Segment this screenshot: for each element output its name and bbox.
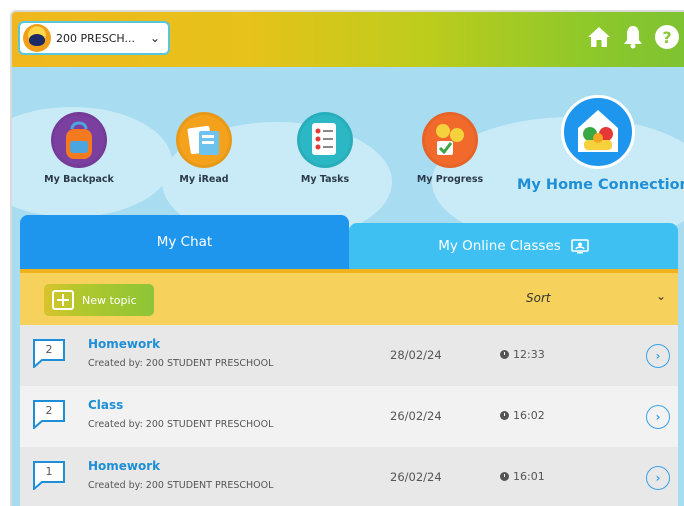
- app-frame: 200 PRESCH... ⌄ ? My Backpack My iRead M…: [10, 10, 684, 506]
- navigation-area: My Backpack My iRead My Tasks My Progres…: [12, 67, 684, 227]
- top-icons: ?: [586, 24, 680, 50]
- school-selector[interactable]: 200 PRESCH... ⌄: [18, 21, 170, 55]
- topic-creator: Created by: 200 STUDENT PRESCHOOL: [88, 419, 274, 430]
- topic-row[interactable]: 2 Class Created by: 200 STUDENT PRESCHOO…: [20, 386, 678, 447]
- new-topic-button[interactable]: New topic: [44, 284, 154, 316]
- home-icon[interactable]: [586, 24, 612, 50]
- chevron-down-icon[interactable]: ⌄: [656, 289, 666, 303]
- clock-icon: [500, 472, 509, 481]
- topic-creator: Created by: 200 STUDENT PRESCHOOL: [88, 358, 274, 369]
- sort-dropdown[interactable]: Sort: [526, 291, 551, 305]
- nav-label: My Progress: [416, 174, 484, 185]
- time-value: 12:33: [513, 348, 545, 361]
- topic-row[interactable]: 1 Homework Created by: 200 STUDENT PRESC…: [20, 447, 678, 506]
- clock-icon: [500, 350, 509, 359]
- topic-creator: Created by: 200 STUDENT PRESCHOOL: [88, 480, 274, 491]
- nav-label: My Tasks: [300, 174, 350, 185]
- chevron-down-icon: ⌄: [149, 31, 160, 45]
- topic-title: Class: [88, 398, 124, 412]
- time-value: 16:01: [513, 470, 545, 483]
- help-icon[interactable]: ?: [654, 24, 680, 50]
- message-count: 1: [45, 465, 53, 478]
- nav-my-iread[interactable]: My iRead: [164, 112, 244, 185]
- topic-date: 26/02/24: [390, 409, 442, 423]
- new-topic-label: New topic: [82, 293, 137, 307]
- astronaut-avatar-icon: [23, 24, 51, 52]
- topic-time: 16:02: [500, 409, 545, 422]
- nav-my-tasks[interactable]: My Tasks: [285, 112, 365, 185]
- chevron-right-icon[interactable]: ›: [646, 466, 670, 490]
- chevron-right-icon[interactable]: ›: [646, 344, 670, 368]
- reader-icon: [176, 112, 232, 168]
- tasks-icon: [297, 112, 353, 168]
- clock-icon: [500, 411, 509, 420]
- topic-date: 28/02/24: [390, 348, 442, 362]
- message-count: 2: [45, 404, 53, 417]
- topic-time: 16:01: [500, 470, 545, 483]
- nav-my-home-connection[interactable]: My Home Connection: [517, 95, 684, 193]
- topic-title: Homework: [88, 459, 161, 473]
- nav-my-backpack[interactable]: My Backpack: [39, 112, 119, 185]
- nav-my-progress[interactable]: My Progress: [410, 112, 490, 185]
- home-connection-icon: [561, 95, 635, 169]
- top-bar: 200 PRESCH... ⌄ ?: [12, 12, 684, 67]
- topic-time: 12:33: [500, 348, 545, 361]
- chevron-right-icon[interactable]: ›: [646, 405, 670, 429]
- backpack-icon: [51, 112, 107, 168]
- nav-label: My Home Connection: [517, 177, 684, 193]
- online-class-icon: [571, 238, 589, 254]
- nav-label: My iRead: [179, 174, 229, 185]
- tab-label: My Online Classes: [438, 238, 561, 254]
- time-value: 16:02: [513, 409, 545, 422]
- topic-row[interactable]: 2 Homework Created by: 200 STUDENT PRESC…: [20, 325, 678, 386]
- message-count: 2: [45, 343, 53, 356]
- svg-text:?: ?: [662, 28, 671, 47]
- tab-my-chat[interactable]: My Chat: [20, 215, 349, 269]
- tab-my-online-classes[interactable]: My Online Classes: [349, 223, 678, 269]
- progress-icon: [422, 112, 478, 168]
- tab-label: My Chat: [156, 234, 213, 250]
- topic-title: Homework: [88, 337, 161, 351]
- plus-icon: [52, 290, 74, 310]
- topic-date: 26/02/24: [390, 470, 442, 484]
- nav-label: My Backpack: [44, 174, 114, 185]
- chat-toolbar: New topic Sort ⌄: [20, 269, 678, 325]
- bell-icon[interactable]: [620, 24, 646, 50]
- school-name: 200 PRESCH...: [56, 31, 135, 45]
